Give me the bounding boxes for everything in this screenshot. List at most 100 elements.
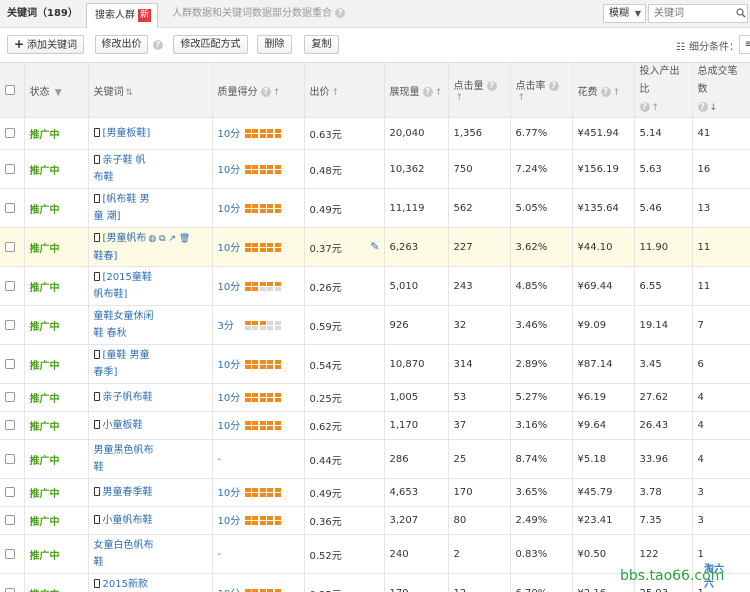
keyword-text[interactable]: 男童春季鞋 bbox=[103, 487, 153, 498]
bid-value[interactable]: 0.26元 bbox=[310, 283, 342, 294]
status-text[interactable]: 推广中 bbox=[30, 517, 60, 528]
quality-score[interactable]: 10分 bbox=[218, 356, 245, 371]
table-row[interactable]: 推广中 小童帆布鞋 10分 0.36元 3,207 80 2.49% ¥23.41 7.35 3 bbox=[0, 506, 750, 535]
help-icon[interactable]: ? bbox=[153, 40, 163, 50]
status-text[interactable]: 推广中 bbox=[30, 551, 60, 562]
status-text[interactable]: 推广中 bbox=[30, 244, 60, 255]
keyword-text[interactable]: [童鞋 男童 bbox=[103, 350, 150, 361]
keyword-text[interactable]: [2015童鞋 bbox=[103, 272, 152, 283]
row-checkbox[interactable] bbox=[5, 392, 15, 402]
table-row[interactable]: 推广中 童鞋女童休闲鞋 春秋 3分 0.59元 926 32 3.46% ¥9.09 19.14… bbox=[0, 305, 750, 345]
status-text[interactable]: 推广中 bbox=[30, 322, 60, 333]
row-checkbox[interactable] bbox=[5, 358, 15, 369]
col-clicks[interactable]: 点击量 ? ↑ bbox=[448, 62, 511, 118]
copy-icon[interactable]: ⧉ bbox=[159, 234, 165, 244]
bid-value[interactable]: 0.63元 bbox=[310, 130, 342, 141]
table-row[interactable]: 推广中 小童板鞋 10分 0.62元 1,170 37 3.16% ¥9.64 26.43 4 bbox=[0, 411, 750, 440]
quality-score[interactable]: 10分 bbox=[218, 125, 245, 140]
pencil-icon[interactable]: ✎ bbox=[370, 240, 379, 253]
keyword-text-line2[interactable]: 春季] bbox=[94, 364, 207, 381]
col-status[interactable]: 状态 ▼ bbox=[24, 62, 89, 118]
col-roi[interactable]: 投入产出比? ↑ bbox=[634, 62, 693, 118]
table-row[interactable]: 推广中 [童鞋 男童 春季] 10分 0.54元 10,870 314 2.89% ¥87.14… bbox=[0, 344, 750, 384]
status-text[interactable]: 推广中 bbox=[30, 361, 60, 372]
col-ctr[interactable]: 点击率 ? ↑ bbox=[510, 62, 573, 118]
help-icon[interactable]: ? bbox=[600, 86, 611, 97]
table-row[interactable]: 推广中 [帆布鞋 男童 潮] 10分 0.49元 11,119 562 5.05% ¥135.… bbox=[0, 188, 750, 228]
bid-value[interactable]: 0.49元 bbox=[310, 489, 342, 500]
keyword-text[interactable]: 2015新款 bbox=[103, 579, 148, 590]
help-icon[interactable]: ? bbox=[486, 81, 497, 91]
trash-icon[interactable]: 🗑 bbox=[179, 234, 190, 244]
help-icon[interactable]: ? bbox=[422, 86, 433, 97]
copy-button[interactable]: 复制 bbox=[304, 35, 339, 54]
delete-button[interactable]: 删除 bbox=[257, 35, 292, 54]
status-text[interactable]: 推广中 bbox=[30, 456, 60, 467]
keyword-text[interactable]: 女童白色帆布 bbox=[94, 540, 154, 551]
row-checkbox[interactable] bbox=[5, 202, 15, 213]
quality-score[interactable]: 10分 bbox=[218, 585, 245, 592]
keyword-text-line2[interactable]: 鞋 bbox=[94, 554, 207, 571]
table-row[interactable]: 推广中 亲子帆布鞋 10分 0.25元 1,005 53 5.27% ¥6.19 27.62 4 bbox=[0, 383, 750, 412]
bid-value[interactable]: 0.54元 bbox=[310, 361, 342, 372]
quality-score[interactable]: 10分 bbox=[218, 278, 245, 293]
filter-dropdown-button[interactable]: ≡ bbox=[739, 35, 750, 54]
table-row[interactable]: 推广中 [男童帆布 ◍ ⧉ ↗ 🗑 鞋春] 10分 0.37元 ✎ 6,263 227 3.62%… bbox=[0, 227, 750, 267]
keyword-text-line2[interactable]: 童 潮] bbox=[94, 208, 207, 225]
quality-score[interactable]: 10分 bbox=[218, 389, 245, 404]
help-icon[interactable]: ? bbox=[639, 102, 650, 112]
table-row[interactable]: 推广中 男童春季鞋 10分 0.49元 4,653 170 3.65% ¥45.79 3.78 3 bbox=[0, 478, 750, 507]
bid-value[interactable]: 0.59元 bbox=[310, 322, 342, 333]
table-row[interactable]: 推广中 [男童板鞋] 10分 0.63元 20,040 1,356 6.77% ¥451.94… bbox=[0, 117, 750, 150]
table-row[interactable]: 推广中 [2015童鞋 帆布鞋] 10分 0.26元 5,010 243 4.85% ¥69.4… bbox=[0, 266, 750, 306]
col-orders[interactable]: 总成交笔数? ↓ bbox=[692, 62, 750, 118]
keyword-text[interactable]: 小童帆布鞋 bbox=[103, 515, 153, 526]
row-checkbox[interactable] bbox=[5, 280, 15, 291]
bid-value[interactable]: 0.48元 bbox=[310, 166, 342, 177]
status-text[interactable]: 推广中 bbox=[30, 422, 60, 433]
trend-icon[interactable]: ↗ bbox=[168, 234, 176, 244]
col-quality[interactable]: 质量得分 ? ↑ bbox=[212, 62, 305, 118]
status-text[interactable]: 推广中 bbox=[30, 166, 60, 177]
row-checkbox[interactable] bbox=[5, 420, 15, 430]
quality-score[interactable]: 10分 bbox=[218, 161, 245, 176]
quality-score[interactable]: 3分 bbox=[218, 317, 245, 332]
col-cost[interactable]: 花费 ? ↑ bbox=[572, 62, 635, 118]
keyword-text-line2[interactable]: 鞋春] bbox=[94, 248, 207, 265]
row-checkbox[interactable] bbox=[5, 241, 15, 252]
keyword-search-input[interactable] bbox=[648, 4, 748, 23]
row-checkbox[interactable] bbox=[5, 128, 15, 138]
keyword-text[interactable]: 童鞋女童休闲 bbox=[94, 311, 154, 322]
status-text[interactable]: 推广中 bbox=[30, 394, 60, 405]
row-checkbox[interactable] bbox=[5, 548, 15, 559]
status-text[interactable]: 推广中 bbox=[30, 130, 60, 141]
bid-value[interactable]: 0.37元 bbox=[310, 244, 342, 255]
row-checkbox[interactable] bbox=[5, 515, 15, 525]
col-keyword[interactable]: 关键词 ⇅ bbox=[88, 62, 213, 118]
keyword-text[interactable]: 亲子帆布鞋 bbox=[103, 392, 153, 403]
table-row[interactable]: 推广中 亲子鞋 帆布鞋 10分 0.48元 10,362 750 7.24% ¥156.19 5… bbox=[0, 149, 750, 189]
keyword-text[interactable]: [帆布鞋 男 bbox=[103, 194, 150, 205]
col-impressions[interactable]: 展现量 ? ↑ bbox=[384, 62, 449, 118]
help-icon[interactable]: ? bbox=[548, 81, 559, 91]
keyword-text[interactable]: 亲子鞋 帆 bbox=[103, 155, 146, 166]
modify-bid-button[interactable]: 修改出价 bbox=[95, 35, 148, 54]
select-all-checkbox[interactable] bbox=[5, 84, 15, 95]
row-checkbox[interactable] bbox=[5, 453, 15, 464]
row-checkbox[interactable] bbox=[5, 319, 15, 330]
search-icon[interactable] bbox=[736, 8, 746, 18]
keyword-text[interactable]: 男童黑色帆布 bbox=[94, 445, 154, 456]
quality-score[interactable]: - bbox=[218, 454, 245, 465]
help-icon[interactable]: ? bbox=[335, 8, 346, 18]
globe-icon[interactable]: ◍ bbox=[148, 234, 156, 244]
quality-score[interactable]: 10分 bbox=[218, 484, 245, 499]
filter-conditions[interactable]: ☷ 细分条件： bbox=[676, 38, 739, 54]
quality-score[interactable]: 10分 bbox=[218, 512, 245, 527]
table-row[interactable]: 推广中 男童黑色帆布鞋 - 0.44元 286 25 8.74% ¥5.18 33.96 4 bbox=[0, 439, 750, 479]
keyword-text[interactable]: 小童板鞋 bbox=[103, 420, 143, 431]
row-checkbox[interactable] bbox=[5, 487, 15, 497]
quality-score[interactable]: 10分 bbox=[218, 417, 245, 432]
keyword-text[interactable]: [男童板鞋] bbox=[103, 128, 151, 139]
keyword-text[interactable]: [男童帆布 bbox=[103, 233, 147, 244]
match-type-select[interactable]: 模糊 ▼ bbox=[603, 4, 646, 23]
